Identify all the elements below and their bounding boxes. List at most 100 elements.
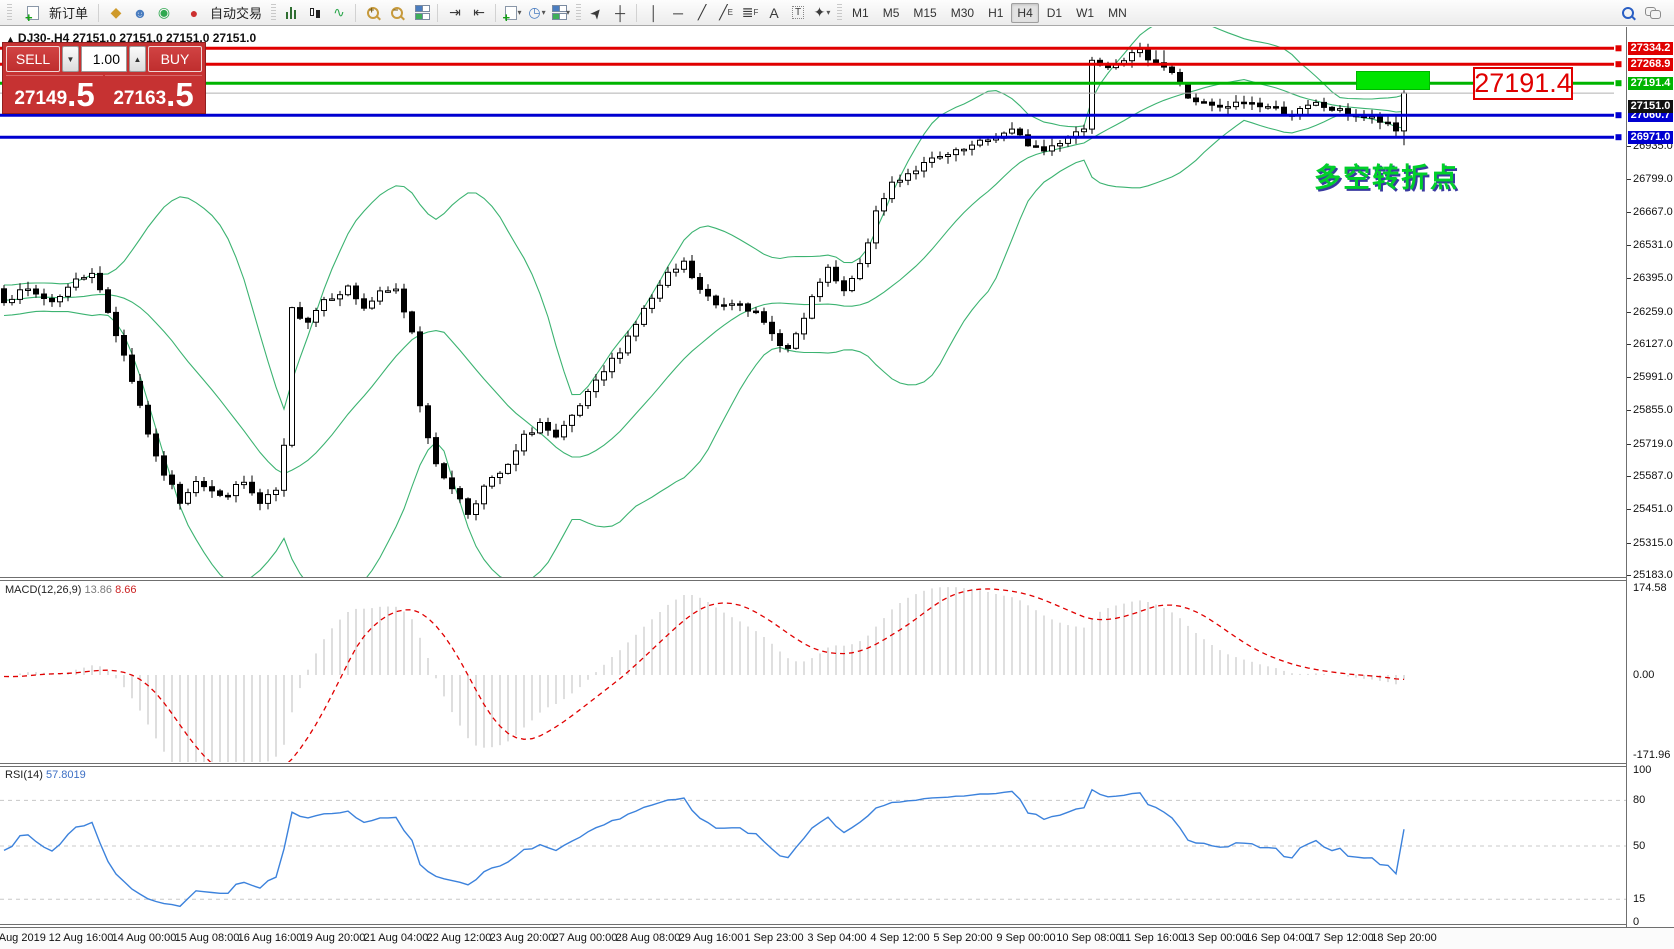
volume-input[interactable] bbox=[81, 46, 127, 72]
period-clock-icon[interactable]: ◷▾ bbox=[525, 2, 549, 24]
chart-shift-icon[interactable]: ⇤ bbox=[467, 2, 491, 24]
one-click-trade-panel: SELL ▼ ▲ BUY 27149.5 27163.5 bbox=[2, 42, 206, 114]
zoom-out-icon[interactable]: − bbox=[385, 2, 409, 24]
panel-separator[interactable] bbox=[0, 577, 1674, 581]
time-tick: 27 Aug 00:00 bbox=[553, 932, 618, 944]
price-tick: 25719.0 bbox=[1633, 438, 1673, 450]
horizontal-line-icon[interactable]: ─ bbox=[666, 2, 690, 24]
tile-windows-icon[interactable] bbox=[409, 2, 433, 24]
timeframe-M5[interactable]: M5 bbox=[877, 3, 906, 23]
macd-panel[interactable] bbox=[0, 581, 1626, 762]
price-tick: 26799.0 bbox=[1633, 173, 1673, 185]
time-axis[interactable]: 9 Aug 201912 Aug 16:0014 Aug 00:0015 Aug… bbox=[0, 928, 1674, 949]
vertical-line-icon[interactable]: │ bbox=[642, 2, 666, 24]
timeframe-H4[interactable]: H4 bbox=[1011, 3, 1038, 23]
sell-price[interactable]: 27149.5 bbox=[6, 75, 103, 110]
rsi-panel[interactable] bbox=[0, 767, 1626, 923]
new-order-label: 新订单 bbox=[49, 3, 88, 22]
new-order-icon: + bbox=[21, 2, 45, 24]
time-tick: 11 Sep 16:00 bbox=[1120, 932, 1185, 944]
price-tick: 25855.0 bbox=[1633, 404, 1673, 416]
timeframe-M30[interactable]: M30 bbox=[945, 3, 980, 23]
time-tick: 18 Sep 20:00 bbox=[1371, 932, 1436, 944]
price-tick: 25991.0 bbox=[1633, 371, 1673, 383]
price-tick: 26127.0 bbox=[1633, 338, 1673, 350]
trading-app: + 新订单 ◆ ☻ ◉ ● 自动交易 ∿ + − ⇥ ⇤ +▾ ◷▾ ▾ ➤ ┼… bbox=[0, 0, 1674, 949]
time-tick: 21 Aug 04:00 bbox=[364, 932, 429, 944]
time-tick: 19 Aug 20:00 bbox=[301, 932, 366, 944]
search-icon[interactable] bbox=[1616, 2, 1640, 24]
time-tick: 17 Sep 12:00 bbox=[1308, 932, 1373, 944]
time-tick: 28 Aug 08:00 bbox=[616, 932, 681, 944]
line-chart-icon[interactable]: ∿ bbox=[327, 2, 351, 24]
time-tick: 3 Sep 04:00 bbox=[807, 932, 866, 944]
macd-axis-label: 174.58 bbox=[1633, 582, 1667, 594]
buy-button[interactable]: BUY bbox=[148, 46, 202, 72]
time-tick: 9 Aug 2019 bbox=[0, 932, 46, 944]
highlight-rectangle[interactable] bbox=[1356, 71, 1430, 90]
timeframe-M15[interactable]: M15 bbox=[907, 3, 942, 23]
timeframe-MN[interactable]: MN bbox=[1102, 3, 1133, 23]
time-tick: 13 Sep 00:00 bbox=[1182, 932, 1247, 944]
level-price-badge: 27268.9 bbox=[1628, 58, 1673, 71]
rsi-axis-label: 0 bbox=[1633, 916, 1639, 928]
new-order-button[interactable]: + 新订单 bbox=[15, 1, 94, 25]
toolbar-grip bbox=[7, 4, 12, 22]
price-tick: 25451.0 bbox=[1633, 503, 1673, 515]
level-price-badge: 26971.0 bbox=[1628, 131, 1673, 144]
price-axis[interactable]: 26935.026799.026667.026531.026395.026259… bbox=[1627, 27, 1674, 927]
arrows-tool-icon[interactable]: ✦▾ bbox=[810, 2, 834, 24]
annotation-text[interactable]: 多空转折点 bbox=[1314, 156, 1459, 195]
timeframe-D1[interactable]: D1 bbox=[1041, 3, 1068, 23]
sell-button[interactable]: SELL bbox=[6, 46, 60, 72]
zoom-in-icon[interactable]: + bbox=[361, 2, 385, 24]
crosshair-icon[interactable]: ┼ bbox=[608, 2, 632, 24]
price-tick: 25183.0 bbox=[1633, 569, 1673, 581]
price-tick: 26667.0 bbox=[1633, 206, 1673, 218]
timeframe-W1[interactable]: W1 bbox=[1070, 3, 1100, 23]
auto-scroll-icon[interactable]: ⇥ bbox=[443, 2, 467, 24]
time-tick: 4 Sep 12:00 bbox=[870, 932, 929, 944]
macd-axis-label: 0.00 bbox=[1633, 669, 1654, 681]
panel-separator[interactable] bbox=[0, 763, 1674, 767]
time-tick: 15 Aug 08:00 bbox=[175, 932, 240, 944]
text-icon[interactable]: A bbox=[762, 2, 786, 24]
market-watch-icon[interactable]: ◆ bbox=[104, 2, 128, 24]
price-tick: 26531.0 bbox=[1633, 239, 1673, 251]
price-tick: 25315.0 bbox=[1633, 537, 1673, 549]
time-tick: 14 Aug 00:00 bbox=[112, 932, 177, 944]
signals-icon[interactable]: ◉ bbox=[152, 2, 176, 24]
template-icon[interactable]: ▾ bbox=[549, 2, 573, 24]
rsi-label: RSI(14) 57.8019 bbox=[5, 769, 86, 781]
price-callout-label[interactable]: 27191.4 bbox=[1473, 67, 1573, 100]
trendline-icon[interactable]: ╱ bbox=[690, 2, 714, 24]
level-price-badge: 27334.2 bbox=[1628, 42, 1673, 55]
volume-down-button[interactable]: ▼ bbox=[62, 46, 79, 72]
fibonacci-icon[interactable]: ≣F bbox=[738, 2, 762, 24]
level-price-badge: 27191.4 bbox=[1628, 77, 1673, 90]
candlestick-chart-icon[interactable] bbox=[303, 2, 327, 24]
volume-up-button[interactable]: ▲ bbox=[129, 46, 146, 72]
buy-price[interactable]: 27163.5 bbox=[105, 75, 202, 110]
time-tick: 1 Sep 23:00 bbox=[744, 932, 803, 944]
auto-trading-button[interactable]: ● 自动交易 bbox=[176, 1, 268, 25]
add-indicator-icon[interactable]: +▾ bbox=[501, 2, 525, 24]
price-tick: 25587.0 bbox=[1633, 470, 1673, 482]
auto-trading-label: 自动交易 bbox=[210, 3, 262, 22]
time-tick: 29 Aug 16:00 bbox=[679, 932, 744, 944]
equidistant-channel-icon[interactable]: ╱E bbox=[714, 2, 738, 24]
auto-trading-icon: ● bbox=[182, 2, 206, 24]
chat-icon[interactable] bbox=[1640, 2, 1664, 24]
macd-axis-label: -171.96 bbox=[1633, 749, 1670, 761]
timeframe-M1[interactable]: M1 bbox=[846, 3, 875, 23]
timeframe-H1[interactable]: H1 bbox=[982, 3, 1009, 23]
main-chart[interactable] bbox=[0, 27, 1626, 578]
bar-chart-icon[interactable] bbox=[279, 2, 303, 24]
terminal-icon[interactable]: ☻ bbox=[128, 2, 152, 24]
price-tick: 26259.0 bbox=[1633, 306, 1673, 318]
text-label-icon[interactable]: T bbox=[786, 2, 810, 24]
macd-label: MACD(12,26,9) 13.86 8.66 bbox=[5, 584, 137, 596]
time-tick: 9 Sep 00:00 bbox=[996, 932, 1055, 944]
time-tick: 12 Aug 16:00 bbox=[49, 932, 114, 944]
time-tick: 5 Sep 20:00 bbox=[933, 932, 992, 944]
